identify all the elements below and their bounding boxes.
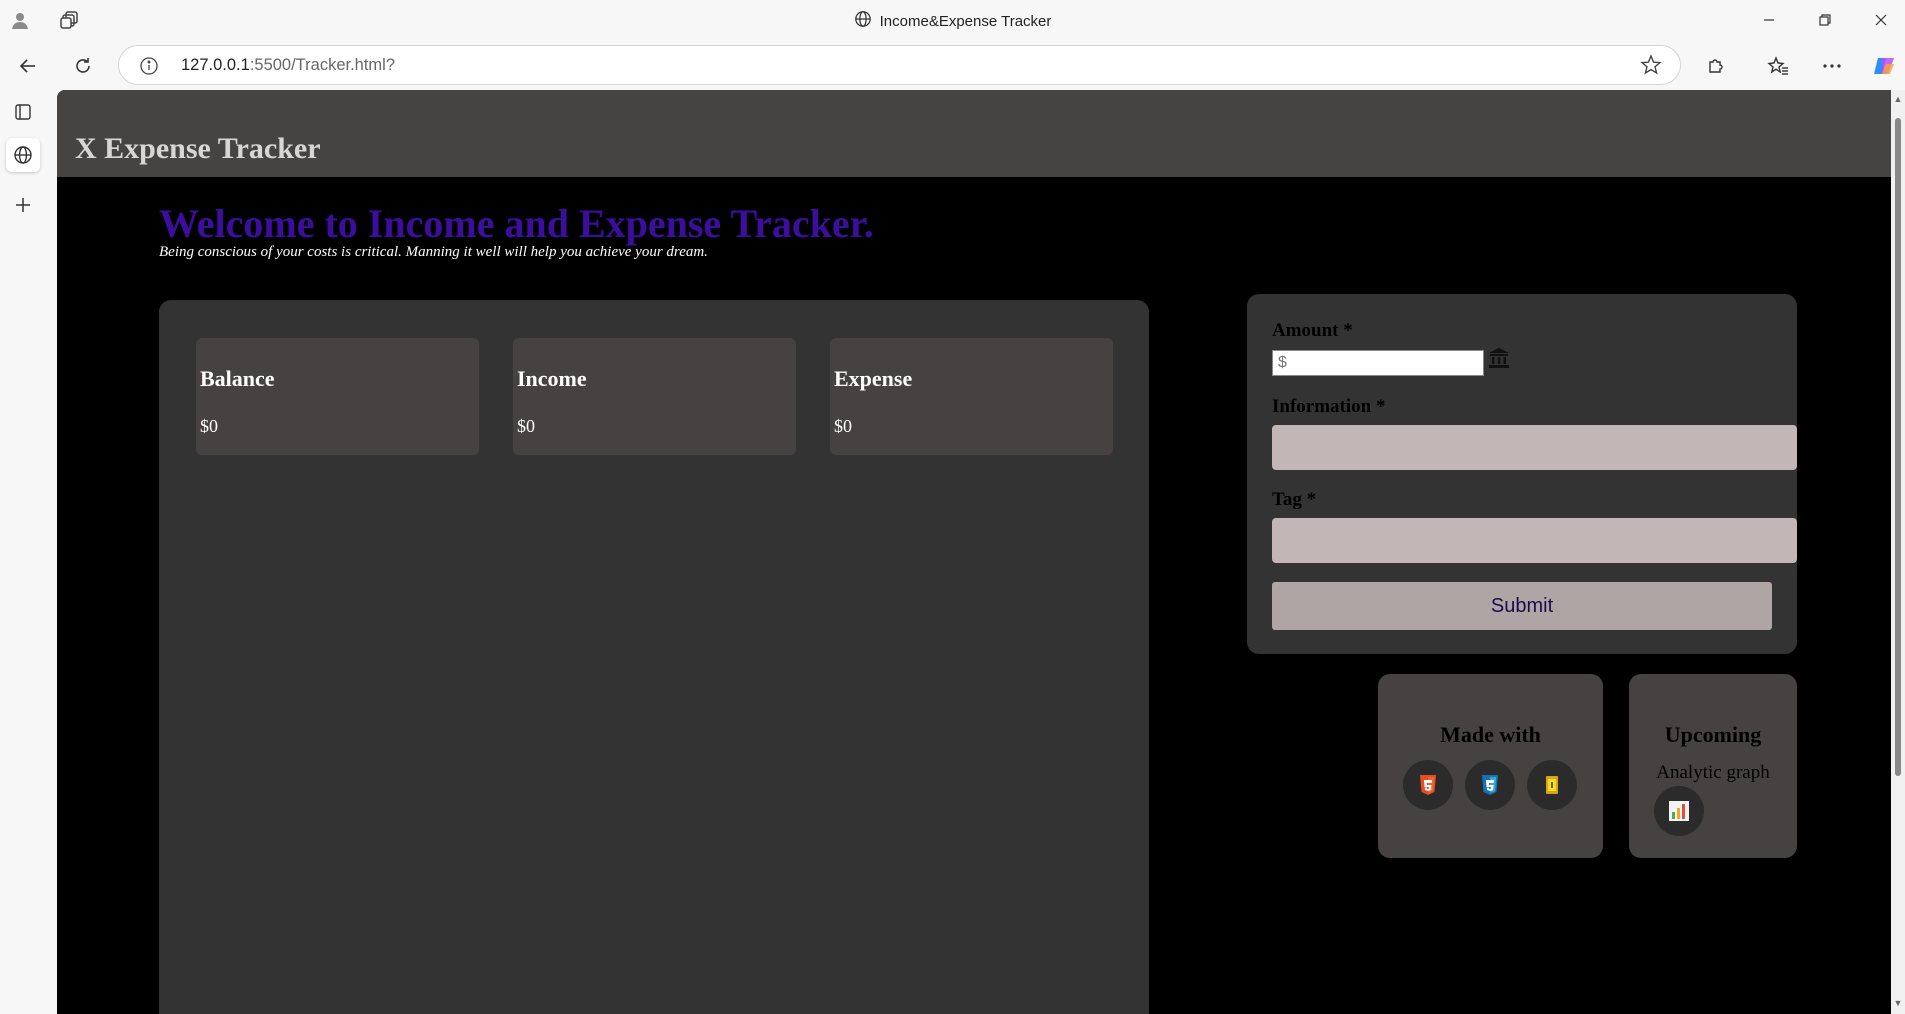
welcome-heading: Welcome to Income and Expense Tracker. (159, 201, 874, 246)
site-header: X Expense Tracker (57, 90, 1891, 177)
amount-input[interactable] (1272, 350, 1484, 376)
bar-chart-icon (1654, 786, 1704, 836)
amount-label: Amount * (1272, 320, 1353, 341)
globe-icon (854, 10, 872, 32)
back-arrow-icon[interactable] (12, 50, 44, 82)
tag-input[interactable] (1272, 518, 1797, 563)
made-with-card: Made with (1378, 674, 1603, 858)
upcoming-title: Upcoming (1664, 722, 1762, 747)
balance-card: Balance $0 (196, 338, 479, 455)
income-card: Income $0 (513, 338, 796, 455)
address-bar[interactable]: 127.0.0.1:5500/Tracker.html? (118, 45, 1681, 85)
css3-icon (1465, 760, 1515, 810)
browser-titlebar: Income&Expense Tracker (0, 0, 1905, 40)
page-scrollbar[interactable]: ▲ ▼ (1891, 90, 1905, 1014)
information-input[interactable] (1272, 425, 1797, 470)
close-icon[interactable] (1858, 6, 1904, 34)
dashboard-panel: Balance $0 Income $0 Expense $0 (159, 300, 1149, 1014)
balance-value: $0 (200, 416, 218, 436)
scroll-up-icon[interactable]: ▲ (1893, 94, 1903, 104)
restore-icon[interactable] (1802, 6, 1848, 34)
income-value: $0 (517, 416, 535, 436)
transaction-form: Amount * Information * Tag * Submit (1247, 294, 1797, 654)
window-title: Income&Expense Tracker (0, 10, 1905, 32)
javascript-icon (1527, 760, 1577, 810)
scroll-thumb[interactable] (1895, 118, 1901, 776)
more-options-icon[interactable] (1816, 50, 1848, 82)
new-tab-plus-icon[interactable] (6, 188, 40, 222)
welcome-subtitle: Being conscious of your costs is critica… (159, 244, 708, 260)
income-title: Income (517, 366, 587, 391)
page-viewport: X Expense Tracker Welcome to Income and … (57, 90, 1891, 1014)
refresh-icon[interactable] (67, 50, 99, 82)
browser-toolbar: 127.0.0.1:5500/Tracker.html? (0, 40, 1905, 90)
scroll-down-icon[interactable]: ▼ (1893, 998, 1903, 1008)
bank-icon (1487, 346, 1513, 372)
upcoming-card: Upcoming Analytic graph (1629, 674, 1797, 858)
tab-title: Income&Expense Tracker (879, 12, 1052, 30)
expense-title: Expense (834, 366, 913, 391)
favorite-star-icon[interactable] (1640, 54, 1662, 81)
extensions-icon[interactable] (1700, 50, 1732, 82)
made-with-title: Made with (1440, 722, 1541, 747)
favorites-icon[interactable] (1762, 50, 1794, 82)
tab-actions-icon[interactable] (6, 95, 40, 129)
submit-button[interactable]: Submit (1272, 582, 1772, 630)
tag-label: Tag * (1272, 489, 1317, 510)
expense-value: $0 (834, 416, 852, 436)
url-text[interactable]: 127.0.0.1:5500/Tracker.html? (181, 56, 395, 75)
copilot-icon[interactable] (1868, 50, 1900, 82)
balance-title: Balance (200, 366, 275, 391)
html5-icon (1403, 760, 1453, 810)
site-logo[interactable]: X Expense Tracker (75, 132, 321, 166)
browser-sidebar (0, 90, 57, 1014)
information-label: Information * (1272, 396, 1386, 417)
upcoming-text: Analytic graph (1656, 762, 1770, 783)
active-tab-globe-icon[interactable] (6, 138, 40, 172)
site-info-icon[interactable] (139, 56, 159, 76)
minimize-icon[interactable] (1746, 6, 1792, 34)
expense-card: Expense $0 (830, 338, 1113, 455)
